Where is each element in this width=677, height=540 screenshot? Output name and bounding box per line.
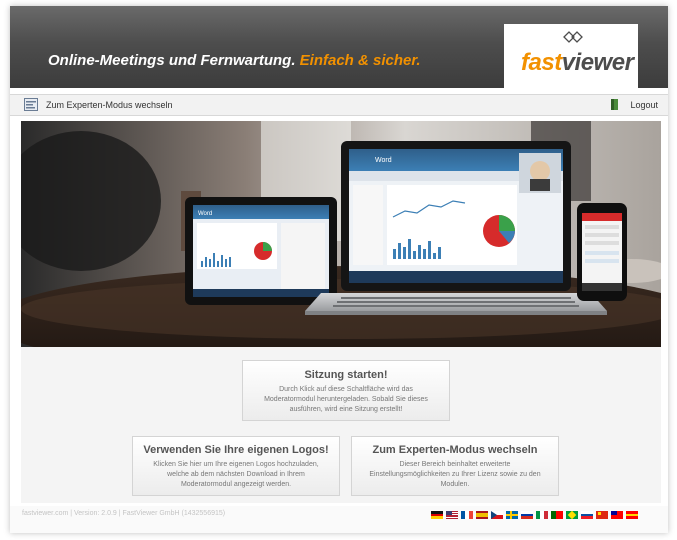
tablet-window-title: Word: [198, 211, 212, 217]
page: Online-Meetings und Fernwartung. Einfach…: [0, 0, 677, 540]
logo[interactable]: fastviewer: [504, 24, 638, 88]
phone-device: [577, 203, 627, 301]
start-session-title: Sitzung starten!: [304, 369, 388, 381]
laptop-device: Word: [305, 141, 607, 315]
flag-hr-icon[interactable]: [626, 511, 638, 519]
tagline-main: Online-Meetings und Fernwartung.: [48, 52, 296, 69]
laptop-window-title: Word: [375, 157, 392, 164]
hero-image: Word Word: [21, 121, 661, 347]
tagline: Online-Meetings und Fernwartung. Einfach…: [48, 52, 421, 69]
flag-it-icon[interactable]: [536, 511, 548, 519]
footer-version-text: fastviewer.com | Version: 2.0.9 | FastVi…: [22, 510, 226, 517]
logo-text-light: fast: [521, 49, 562, 76]
flag-br-icon[interactable]: [566, 511, 578, 519]
flag-sk-icon[interactable]: [581, 511, 593, 519]
app-frame: Online-Meetings und Fernwartung. Einfach…: [10, 6, 668, 533]
own-logos-button[interactable]: Verwenden Sie Ihre eigenen Logos! Klicke…: [132, 436, 340, 496]
flag-cn-icon[interactable]: [596, 511, 608, 519]
expert-mode-label: Zum Experten-Modus wechseln: [46, 99, 173, 110]
expert-mode-link[interactable]: Zum Experten-Modus wechseln: [24, 98, 173, 111]
flag-fr-icon[interactable]: [461, 511, 473, 519]
footer: fastviewer.com | Version: 2.0.9 | FastVi…: [10, 506, 668, 533]
logout-link[interactable]: Logout: [610, 98, 658, 111]
expert-mode-description: Dieser Bereich beinhaltet erweiterte Ein…: [369, 461, 541, 488]
logo-text-dark: viewer: [561, 49, 634, 76]
logout-label: Logout: [630, 99, 658, 110]
expert-mode-title: Zum Experten-Modus wechseln: [372, 444, 538, 456]
start-session-button[interactable]: Sitzung starten! Durch Klick auf diese S…: [242, 360, 450, 421]
expert-mode-button[interactable]: Zum Experten-Modus wechseln Dieser Berei…: [351, 436, 559, 496]
own-logos-description: Klicken Sie hier um Ihre eigenen Logos h…: [153, 461, 319, 488]
toolbar: Zum Experten-Modus wechseln Logout: [10, 94, 668, 116]
fastviewer-mark-icon: [563, 31, 583, 43]
flag-cz-icon[interactable]: [491, 511, 503, 519]
own-logos-title: Verwenden Sie Ihre eigenen Logos!: [143, 444, 329, 456]
start-session-description: Durch Klick auf diese Schaltfläche wird …: [264, 386, 428, 413]
flag-tw-icon[interactable]: [611, 511, 623, 519]
language-flags: [431, 511, 638, 519]
logout-icon: [611, 99, 619, 110]
header: Online-Meetings und Fernwartung. Einfach…: [10, 6, 668, 88]
logo-text: fastviewer: [521, 49, 634, 77]
flag-es-icon[interactable]: [476, 511, 488, 519]
flag-de-icon[interactable]: [431, 511, 443, 519]
content-area: Sitzung starten! Durch Klick auf diese S…: [21, 347, 661, 503]
flag-se-icon[interactable]: [506, 511, 518, 519]
flag-en-icon[interactable]: [446, 511, 458, 519]
flag-pt-icon[interactable]: [551, 511, 563, 519]
expert-mode-icon: [24, 98, 38, 111]
flag-ru-icon[interactable]: [521, 511, 533, 519]
tablet-device: Word: [185, 197, 337, 305]
tagline-accent: Einfach & sicher.: [299, 52, 421, 69]
